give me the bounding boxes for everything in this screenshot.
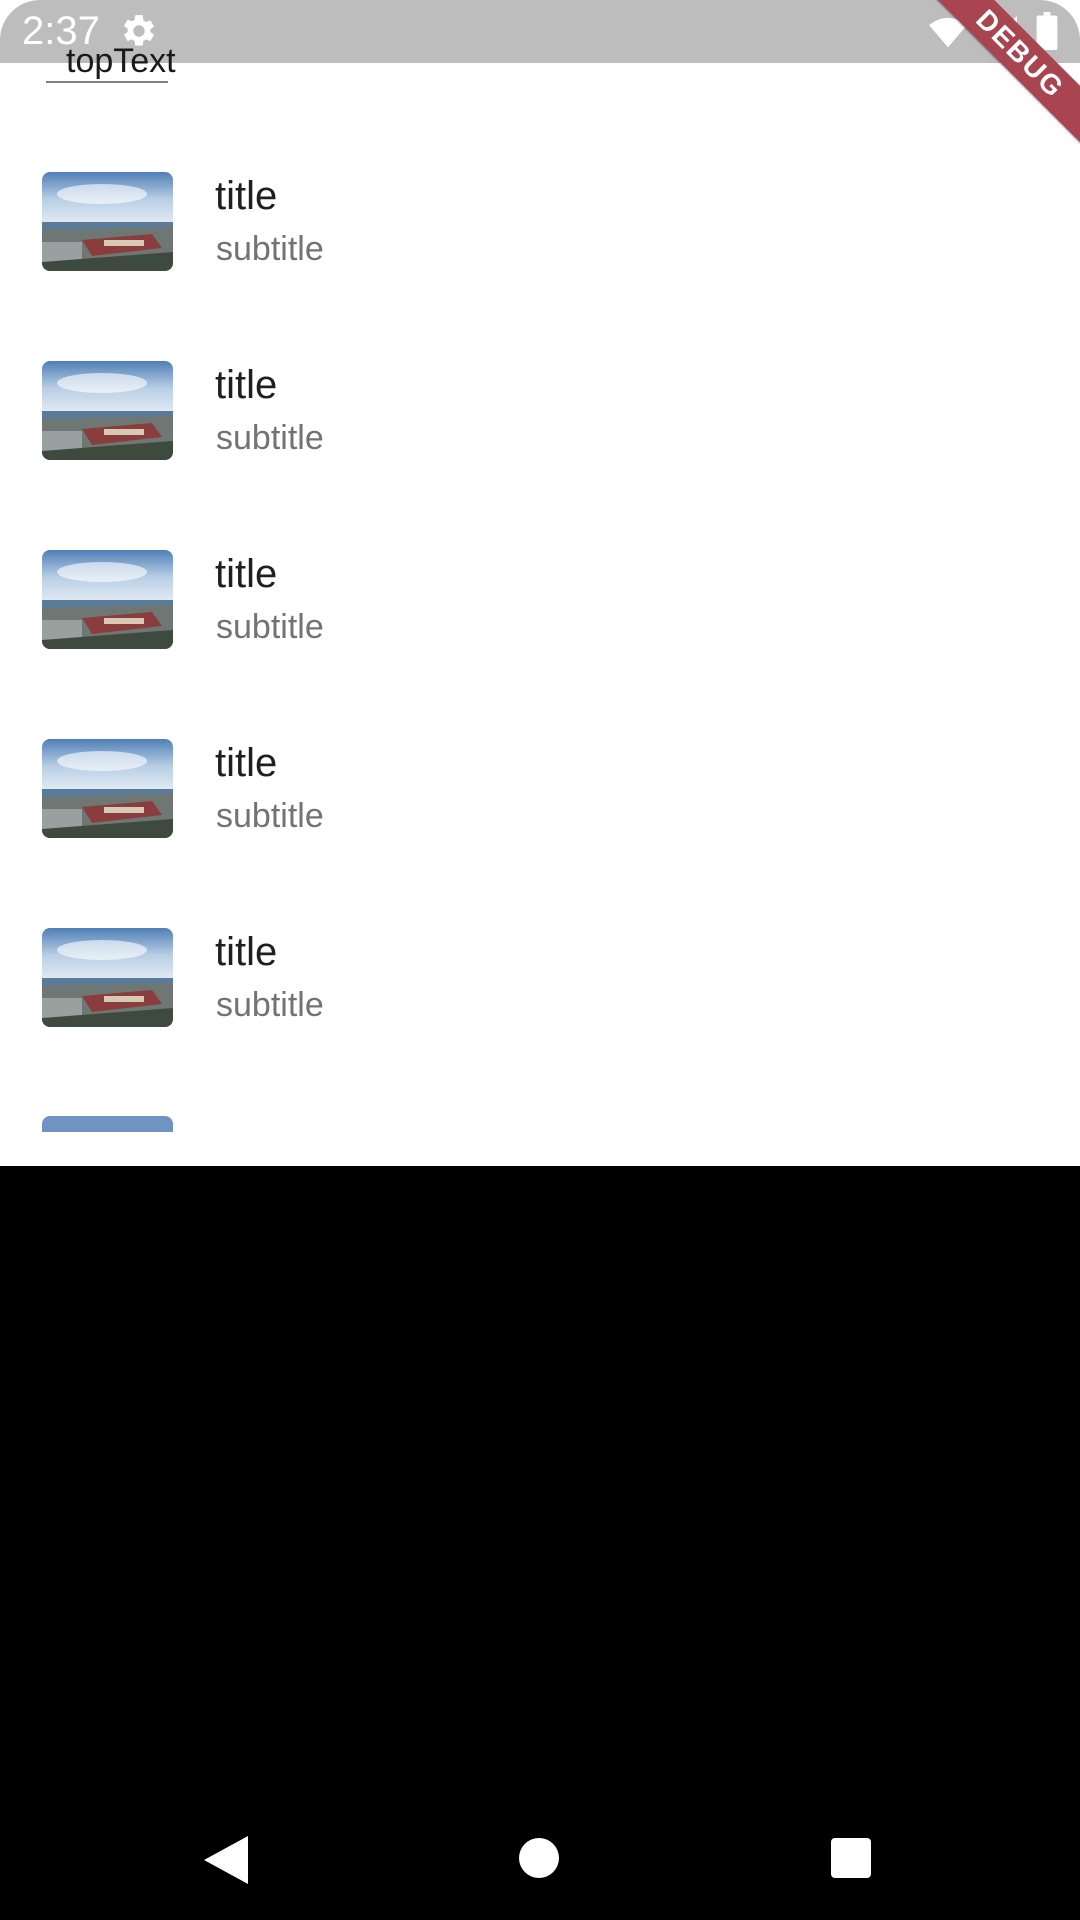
top-text-underline (46, 81, 168, 83)
harbor-thumbnail (42, 172, 173, 271)
list-item[interactable]: title subtitle (0, 925, 1080, 1114)
item-title: title (215, 552, 278, 596)
item-subtitle: subtitle (216, 986, 324, 1024)
app-screen: 2:37 topText DEBUG title subtitle title … (0, 0, 1080, 1166)
item-title-partial: … (215, 1112, 255, 1132)
harbor-thumbnail (42, 1116, 173, 1132)
list-item[interactable]: title subtitle (0, 169, 1080, 358)
harbor-thumbnail (42, 550, 173, 649)
item-subtitle: subtitle (216, 608, 324, 646)
harbor-thumbnail (42, 928, 173, 1027)
recents-icon[interactable] (831, 1838, 871, 1878)
item-title: title (215, 174, 278, 218)
home-icon[interactable] (519, 1838, 559, 1878)
navigation-bar (0, 1790, 1080, 1920)
item-list[interactable]: title subtitle title subtitle title subt… (0, 169, 1080, 1114)
item-title: title (215, 741, 278, 785)
item-subtitle: subtitle (216, 230, 324, 268)
harbor-thumbnail (42, 739, 173, 838)
list-item-partial[interactable]: … (0, 1110, 1080, 1132)
item-subtitle: subtitle (216, 797, 324, 835)
item-title: title (215, 363, 278, 407)
item-title: title (215, 930, 278, 974)
list-item[interactable]: title subtitle (0, 547, 1080, 736)
harbor-thumbnail (42, 361, 173, 460)
top-text: topText (66, 42, 176, 80)
item-subtitle: subtitle (216, 419, 324, 457)
list-item[interactable]: title subtitle (0, 736, 1080, 925)
list-item[interactable]: title subtitle (0, 358, 1080, 547)
back-icon[interactable] (204, 1836, 248, 1884)
